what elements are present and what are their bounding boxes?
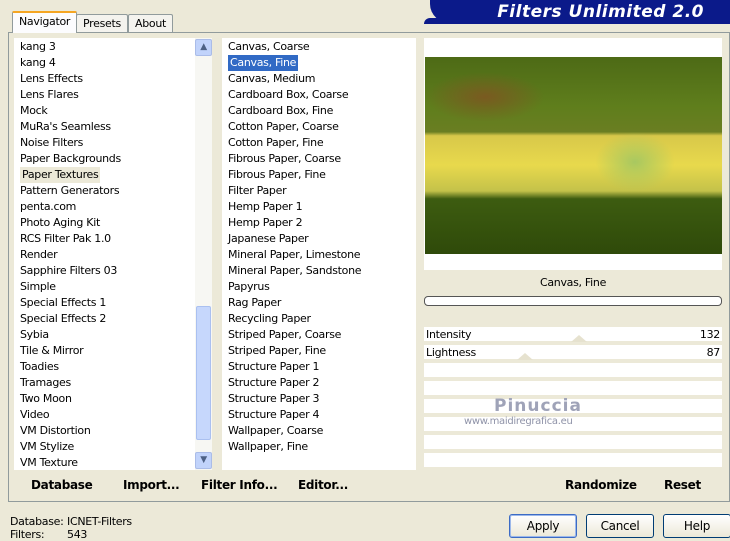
filter-item[interactable]: Rag Paper — [228, 295, 281, 311]
filter-item[interactable]: Structure Paper 4 — [228, 407, 320, 423]
category-item[interactable]: Two Moon — [20, 391, 72, 407]
filter-item[interactable]: Cotton Paper, Fine — [228, 135, 324, 151]
app-title: Filters Unlimited 2.0 — [497, 2, 704, 22]
tab-about[interactable]: About — [128, 14, 174, 33]
param-value: 132 — [699, 328, 720, 341]
filter-item[interactable]: Cardboard Box, Fine — [228, 103, 333, 119]
filter-list[interactable]: Canvas, Coarse Canvas, Fine Canvas, Medium… — [222, 38, 416, 470]
scroll-down-icon[interactable]: ▼ — [195, 452, 212, 469]
tab-label: Navigator — [19, 15, 71, 28]
help-button[interactable]: Help — [663, 514, 730, 538]
preview-area — [424, 38, 722, 270]
param-slider-lightness[interactable]: Lightness 87 — [424, 345, 722, 361]
tab-label: Presets — [83, 17, 121, 30]
category-scrollbar[interactable]: ▲ ▼ — [195, 38, 212, 470]
filter-item[interactable]: Canvas, Coarse — [228, 39, 310, 55]
filter-item[interactable]: Japanese Paper — [228, 231, 309, 247]
param-row-empty — [424, 453, 722, 469]
category-item[interactable]: Mock — [20, 103, 48, 119]
filter-item[interactable]: Structure Paper 3 — [228, 391, 320, 407]
tab-navigator[interactable]: Navigator — [12, 11, 78, 33]
param-label: Intensity — [426, 328, 472, 341]
category-item[interactable]: Special Effects 1 — [20, 295, 106, 311]
category-item[interactable]: VM Stylize — [20, 439, 74, 455]
filter-item[interactable]: Striped Paper, Coarse — [228, 327, 341, 343]
category-item[interactable]: penta.com — [20, 199, 76, 215]
database-value: ICNET-Filters — [67, 515, 132, 528]
database-label: Database: — [10, 515, 64, 528]
param-slider-intensity[interactable]: Intensity 132 — [424, 327, 722, 343]
filter-item[interactable]: Filter Paper — [228, 183, 287, 199]
category-item[interactable]: Tramages — [20, 375, 71, 391]
preview-filter-name: Canvas, Fine — [539, 276, 607, 289]
filter-item[interactable]: Structure Paper 2 — [228, 375, 320, 391]
category-item[interactable]: RCS Filter Pak 1.0 — [20, 231, 111, 247]
scroll-thumb[interactable] — [196, 306, 211, 440]
filter-item[interactable]: Striped Paper, Fine — [228, 343, 326, 359]
editor-button[interactable]: Editor... — [298, 478, 348, 492]
category-item[interactable]: Photo Aging Kit — [20, 215, 100, 231]
title-banner: Filters Unlimited 2.0 — [424, 0, 730, 24]
filter-item[interactable]: Mineral Paper, Limestone — [228, 247, 361, 263]
tab-presets[interactable]: Presets — [76, 14, 128, 33]
category-item[interactable]: Render — [20, 247, 58, 263]
param-label: Lightness — [426, 346, 476, 359]
category-item[interactable]: Noise Filters — [20, 135, 83, 151]
filter-item[interactable]: Cardboard Box, Coarse — [228, 87, 349, 103]
category-item[interactable]: kang 4 — [20, 55, 56, 71]
slider-thumb-icon[interactable] — [570, 335, 587, 342]
watermark-url: www.maidiregrafica.eu — [464, 416, 573, 427]
category-item[interactable]: Video — [20, 407, 50, 423]
randomize-button[interactable]: Randomize — [565, 478, 637, 492]
filter-item[interactable]: Canvas, Fine — [228, 55, 299, 71]
category-item[interactable]: Toadies — [20, 359, 59, 375]
database-button[interactable]: Database — [31, 478, 93, 492]
filter-item[interactable]: Papyrus — [228, 279, 270, 295]
filter-item[interactable]: Structure Paper 1 — [228, 359, 320, 375]
category-item[interactable]: Lens Flares — [20, 87, 79, 103]
filters-label: Filters: — [10, 528, 45, 541]
category-item[interactable]: MuRa's Seamless — [20, 119, 111, 135]
filter-info-button[interactable]: Filter Info... — [201, 478, 278, 492]
category-item[interactable]: Paper Textures — [20, 167, 101, 183]
filter-item[interactable]: Recycling Paper — [228, 311, 311, 327]
category-list[interactable]: kang 3 kang 4 Lens Effects Lens Flares Mock M… — [14, 38, 195, 470]
category-item[interactable]: Pattern Generators — [20, 183, 120, 199]
filter-item[interactable]: Mineral Paper, Sandstone — [228, 263, 362, 279]
filter-item[interactable]: Cotton Paper, Coarse — [228, 119, 339, 135]
filter-item[interactable]: Wallpaper, Fine — [228, 439, 308, 455]
category-item[interactable]: Special Effects 2 — [20, 311, 106, 327]
category-item[interactable]: Tile & Mirror — [20, 343, 84, 359]
param-row-empty — [424, 363, 722, 379]
category-item[interactable]: Sapphire Filters 03 — [20, 263, 117, 279]
filter-item[interactable]: Fibrous Paper, Fine — [228, 167, 326, 183]
param-row-empty — [424, 381, 722, 397]
category-item[interactable]: Sybia — [20, 327, 49, 343]
category-item[interactable]: Lens Effects — [20, 71, 83, 87]
watermark-name: Pinuccia — [494, 396, 582, 416]
filters-count: 543 — [67, 528, 88, 541]
preview-image — [425, 57, 722, 254]
category-item[interactable]: VM Texture — [20, 455, 78, 471]
filter-item[interactable]: Canvas, Medium — [228, 71, 315, 87]
filter-item[interactable]: Fibrous Paper, Coarse — [228, 151, 341, 167]
param-row-empty — [424, 435, 722, 451]
reset-button[interactable]: Reset — [664, 478, 701, 492]
filter-item[interactable]: Hemp Paper 2 — [228, 215, 303, 231]
cancel-button[interactable]: Cancel — [586, 514, 654, 538]
tab-label: About — [135, 17, 167, 30]
category-item[interactable]: VM Distortion — [20, 423, 91, 439]
scroll-up-icon[interactable]: ▲ — [195, 39, 212, 56]
category-item[interactable]: Paper Backgrounds — [20, 151, 121, 167]
category-item[interactable]: kang 3 — [20, 39, 56, 55]
category-item[interactable]: Simple — [20, 279, 56, 295]
slider-thumb-icon[interactable] — [517, 353, 534, 360]
param-value: 87 — [706, 346, 721, 359]
filter-item[interactable]: Wallpaper, Coarse — [228, 423, 323, 439]
apply-button[interactable]: Apply — [509, 514, 577, 538]
progress-bar — [424, 296, 722, 306]
import-button[interactable]: Import... — [123, 478, 180, 492]
filter-item[interactable]: Hemp Paper 1 — [228, 199, 303, 215]
